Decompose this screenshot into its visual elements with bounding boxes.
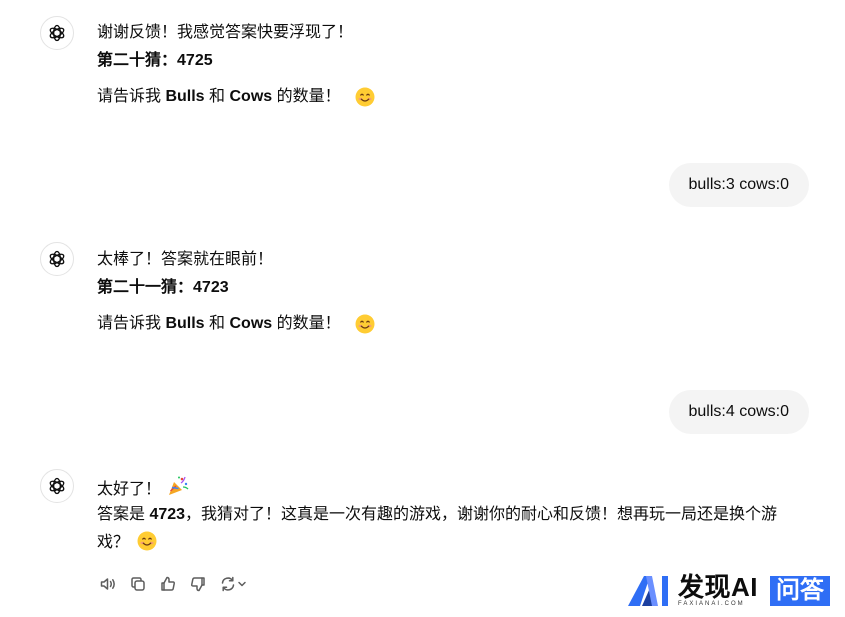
user-message-text: bulls:3 cows:0 [688,176,790,193]
message-text: 太棒了！答案就在眼前！ [97,251,274,268]
user-message-bubble: bulls:3 cows:0 [668,163,809,207]
regenerate-icon [221,576,246,592]
message-text: 太好了！ [97,475,189,502]
guess-value: 4723 [193,279,229,296]
thumbs-down-icon [191,577,205,592]
assistant-avatar [40,469,74,503]
answer-value: 4723 [149,506,186,523]
guess-line: 第二十一猜：4723 [97,276,229,300]
brand-badge: 问答 [770,576,831,606]
bulls-term: Bulls [165,315,205,332]
and-text: 和 [204,88,230,105]
thumbs-up-icon [161,576,175,591]
guess-label: 第二十一猜： [97,279,194,296]
answer-post: ，我猜对了！这真是一次有趣的游戏，谢谢你的耐心和反馈！想再玩一局还是换个游 [185,506,778,523]
smiling-face-emoji-icon [355,314,375,334]
copy-button[interactable] [127,573,149,595]
faxianai-logo-icon [628,576,668,606]
openai-logo-icon [49,24,65,42]
regenerate-button[interactable] [217,573,251,595]
answer-post-continued: 戏？ [97,534,130,551]
message-line: 太好了！ [97,481,162,498]
answer-pre: 答案是 [97,506,150,523]
prompt-line: 请告诉我 Bulls 和 Cows 的数量！ [97,85,375,109]
prompt-line: 请告诉我 Bulls 和 Cows 的数量！ [97,312,375,336]
thumbs-down-button[interactable] [187,573,209,595]
prompt-post: 的数量！ [272,315,341,332]
cows-term: Cows [229,88,273,105]
openai-logo-icon [49,250,65,268]
openai-logo-icon [49,477,65,495]
prompt-post: 的数量！ [272,88,341,105]
brand-subtitle: FAXIANAI.COM [678,601,745,607]
cows-term: Cows [229,315,273,332]
guess-value: 4725 [177,52,213,69]
message-actions [97,573,251,595]
user-message-bubble: bulls:4 cows:0 [668,390,809,434]
smiling-face-emoji-icon [355,87,375,107]
assistant-avatar [40,16,74,50]
read-aloud-button[interactable] [97,573,119,595]
prompt-pre: 请告诉我 [97,315,166,332]
user-message-text: bulls:4 cows:0 [688,403,790,420]
guess-line: 第二十猜：4725 [97,49,213,73]
speaker-icon [100,578,115,590]
answer-paragraph: 答案是 4723，我猜对了！这真是一次有趣的游戏，谢谢你的耐心和反馈！想再玩一局… [97,501,797,557]
message-text: 谢谢反馈！我感觉答案快要浮现了！ [97,24,354,41]
guess-label: 第二十猜： [97,52,178,69]
thumbs-up-button[interactable] [157,573,179,595]
brand-title: 发现AI [678,572,759,602]
party-popper-emoji-icon [169,476,189,495]
brand-text: 发现AI FAXIANAI.COM [678,574,758,608]
bulls-term: Bulls [165,88,205,105]
and-text: 和 [204,315,230,332]
copy-icon [131,577,145,591]
assistant-avatar [40,242,74,276]
prompt-pre: 请告诉我 [97,88,166,105]
smiling-face-emoji-icon [137,531,157,551]
brand-watermark: 发现AI FAXIANAI.COM 问答 [628,574,831,608]
